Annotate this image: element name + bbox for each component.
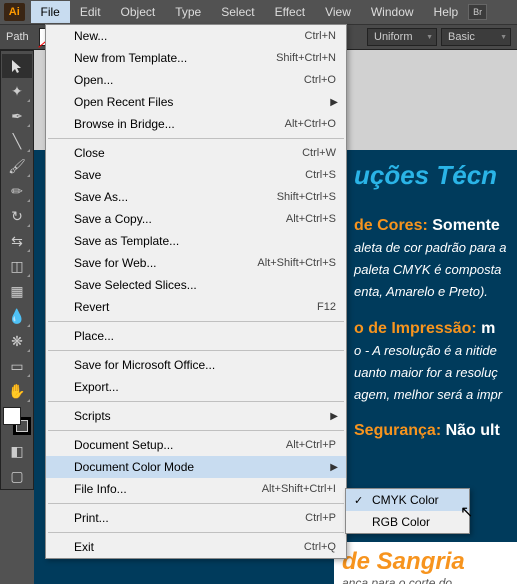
mesh-tool[interactable]: ▦: [2, 279, 32, 303]
menu-item-export[interactable]: Export...: [46, 376, 346, 398]
menu-item-new-from-template[interactable]: New from Template...Shift+Ctrl+N: [46, 47, 346, 69]
screen-mode-toggle[interactable]: ▢: [2, 464, 32, 488]
menu-view[interactable]: View: [315, 1, 361, 23]
submenu-item-cmyk-color[interactable]: ✓CMYK Color: [346, 489, 469, 511]
menu-item-revert[interactable]: RevertF12: [46, 296, 346, 318]
section-3-title: Segurança: Não ult: [354, 422, 517, 440]
toolbox: ✦ ✒ ╲ 🖌 ✏ ↻ ⇆ ◫ ▦ 💧 ❋ ▭ ✋ ◧ ▢: [0, 50, 34, 490]
menu-item-document-color-mode[interactable]: Document Color Mode▶: [46, 456, 346, 478]
eyedropper-tool[interactable]: 💧: [2, 304, 32, 328]
menu-item-file-info[interactable]: File Info...Alt+Shift+Ctrl+I: [46, 478, 346, 500]
sangria-title: de Sangria: [342, 548, 467, 576]
menu-item-document-setup[interactable]: Document Setup...Alt+Ctrl+P: [46, 434, 346, 456]
section-1-line1: aleta de cor padrão para a: [354, 239, 517, 257]
section-1-title: de Cores: Somente: [354, 217, 517, 235]
menu-item-place[interactable]: Place...: [46, 325, 346, 347]
menu-item-scripts[interactable]: Scripts▶: [46, 405, 346, 427]
menu-object[interactable]: Object: [111, 1, 166, 23]
symbol-sprayer-tool[interactable]: ❋: [2, 329, 32, 353]
menu-item-save-for-microsoft-office[interactable]: Save for Microsoft Office...: [46, 354, 346, 376]
selection-tool[interactable]: [2, 54, 32, 78]
blob-brush-tool[interactable]: ✏: [2, 179, 32, 203]
section-2-title: o de Impressão: m: [354, 320, 517, 338]
rotate-tool[interactable]: ↻: [2, 204, 32, 228]
menu-edit[interactable]: Edit: [70, 1, 111, 23]
menu-window[interactable]: Window: [361, 1, 424, 23]
paintbrush-tool[interactable]: 🖌: [2, 154, 32, 178]
section-2-line3: agem, melhor será a impr: [354, 386, 517, 404]
menu-item-save[interactable]: SaveCtrl+S: [46, 164, 346, 186]
section-2-line1: o - A resolução é a nitide: [354, 342, 517, 360]
menu-help[interactable]: Help: [424, 1, 469, 23]
selection-label: Path: [6, 31, 35, 43]
line-tool[interactable]: ╲: [2, 129, 32, 153]
section-1-line3: enta, Amarelo e Preto).: [354, 283, 517, 301]
menu-item-print[interactable]: Print...Ctrl+P: [46, 507, 346, 529]
sangria-box: de Sangria ança para o corte do mat: [334, 542, 517, 584]
app-icon: Ai: [4, 3, 25, 21]
menu-item-open-recent-files[interactable]: Open Recent Files▶: [46, 91, 346, 113]
hand-tool[interactable]: ✋: [2, 379, 32, 403]
menu-item-close[interactable]: CloseCtrl+W: [46, 142, 346, 164]
menu-item-open[interactable]: Open...Ctrl+O: [46, 69, 346, 91]
width-tool[interactable]: ⇆: [2, 229, 32, 253]
sangria-sub: ança para o corte do mat: [342, 576, 467, 584]
pen-tool[interactable]: ✒: [2, 104, 32, 128]
menu-item-exit[interactable]: ExitCtrl+Q: [46, 536, 346, 558]
file-dropdown: New...Ctrl+NNew from Template...Shift+Ct…: [45, 24, 347, 559]
magic-wand-tool[interactable]: ✦: [2, 79, 32, 103]
menu-item-save-as[interactable]: Save As...Shift+Ctrl+S: [46, 186, 346, 208]
section-2-line2: uanto maior for a resoluç: [354, 364, 517, 382]
menu-type[interactable]: Type: [165, 1, 211, 23]
fill-box[interactable]: [3, 407, 21, 425]
doc-title: uções Técn: [354, 160, 517, 191]
menu-item-save-selected-slices[interactable]: Save Selected Slices...: [46, 274, 346, 296]
profile-dropdown[interactable]: Uniform: [367, 28, 437, 46]
menu-item-save-as-template[interactable]: Save as Template...: [46, 230, 346, 252]
color-mode-toggle[interactable]: ◧: [2, 439, 32, 463]
brush-dropdown[interactable]: Basic: [441, 28, 511, 46]
shape-builder-tool[interactable]: ◫: [2, 254, 32, 278]
bridge-icon[interactable]: Br: [468, 4, 487, 20]
menu-item-browse-in-bridge[interactable]: Browse in Bridge...Alt+Ctrl+O: [46, 113, 346, 135]
menu-select[interactable]: Select: [211, 1, 264, 23]
menu-file[interactable]: File: [31, 1, 70, 23]
menubar: Ai File Edit Object Type Select Effect V…: [0, 0, 517, 24]
menu-effect[interactable]: Effect: [265, 1, 315, 23]
section-1-line2: paleta CMYK é composta: [354, 261, 517, 279]
menu-item-new[interactable]: New...Ctrl+N: [46, 25, 346, 47]
fill-stroke-control[interactable]: [3, 407, 31, 435]
menu-item-save-for-web[interactable]: Save for Web...Alt+Shift+Ctrl+S: [46, 252, 346, 274]
menu-item-save-a-copy[interactable]: Save a Copy...Alt+Ctrl+S: [46, 208, 346, 230]
artboard-tool[interactable]: ▭: [2, 354, 32, 378]
color-mode-submenu: ✓CMYK ColorRGB Color: [345, 488, 470, 534]
submenu-item-rgb-color[interactable]: RGB Color: [346, 511, 469, 533]
